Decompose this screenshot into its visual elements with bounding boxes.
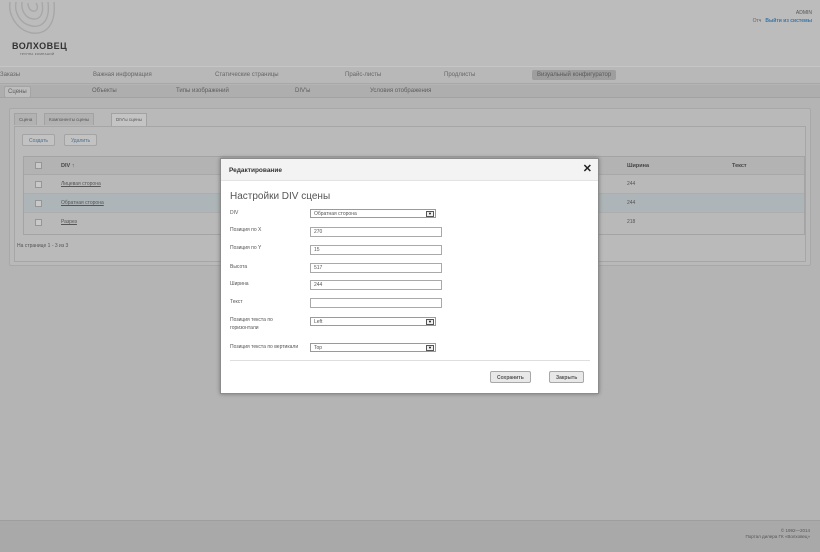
pos-x-input[interactable]: 270 (310, 227, 442, 237)
create-button[interactable]: Создать (22, 134, 56, 146)
pos-y-input[interactable]: 15 (310, 245, 442, 255)
width-label: Ширина (230, 281, 249, 287)
height-label: Высота (230, 264, 248, 270)
row-name-link[interactable]: Лицевая сторона (61, 181, 101, 187)
row-checkbox[interactable] (35, 200, 42, 207)
div-select[interactable]: Обратная сторона ▼ (310, 209, 436, 218)
dropdown-arrow-icon[interactable]: ▼ (426, 345, 434, 351)
select-all-checkbox[interactable] (35, 162, 42, 169)
subnav-item-divs[interactable]: DIV'ы (295, 88, 310, 94)
nav-item-prodlists[interactable]: Продлисты (444, 72, 475, 78)
v-align-value: Top (314, 345, 323, 351)
row-checkbox[interactable] (35, 181, 42, 188)
column-text[interactable]: Текст (732, 163, 747, 169)
div-label: DIV (230, 210, 239, 216)
save-button[interactable]: Сохранить (490, 371, 531, 383)
dropdown-arrow-icon[interactable]: ▼ (426, 319, 434, 325)
nav-item-visual-configurator[interactable]: Визуальный конфигуратор (532, 70, 617, 80)
text-label: Текст (230, 299, 243, 305)
dialog-divider (230, 360, 590, 361)
subnav-item-scenes[interactable]: Сцены (4, 86, 31, 98)
logout-link[interactable]: Выйти из системы (765, 18, 812, 24)
row-name-link[interactable]: Разрез (61, 219, 77, 225)
copyright: © 1992—2014 (780, 528, 810, 533)
tab-scene[interactable]: Сцена (14, 113, 38, 125)
h-align-select[interactable]: Left ▼ (310, 317, 436, 326)
pager-info: На странице 1 - 3 из 3 (17, 243, 69, 249)
nav-item-price-lists[interactable]: Прайс-листы (345, 72, 381, 78)
logout-area: Отч Выйти из системы (753, 18, 812, 24)
pos-x-label: Позиция по X (230, 227, 262, 233)
main-nav: Заказы Важная информация Статические стр… (0, 66, 820, 84)
logo-swirl-icon (9, 1, 55, 34)
column-div[interactable]: DIV ↑ (61, 163, 74, 169)
edit-dialog: Редактирование ✕ Настройки DIV сцены DIV… (220, 158, 599, 394)
footer: © 1992—2014 Портал дилера ГК «Волховец» (0, 520, 820, 552)
h-align-label: Позиция текста по горизонтали (230, 317, 273, 331)
width-input[interactable]: 244 (310, 280, 442, 290)
exit-short-link[interactable]: Отч (753, 18, 762, 24)
text-input[interactable] (310, 298, 442, 308)
row-width: 244 (627, 200, 636, 206)
row-width: 244 (627, 181, 636, 187)
sub-nav: Сцены Объекты Типы изображений DIV'ы Усл… (0, 85, 820, 98)
pos-y-label: Позиция по Y (230, 245, 262, 251)
height-input[interactable]: 517 (310, 263, 442, 273)
row-width: 218 (627, 219, 636, 225)
dialog-header: Редактирование ✕ (221, 159, 598, 181)
subnav-item-image-types[interactable]: Типы изображений (176, 88, 229, 94)
dialog-title: Редактирование (229, 167, 282, 174)
close-button[interactable]: Закрыть (549, 371, 585, 383)
tab-scene-components[interactable]: Компоненты сцены (44, 113, 95, 125)
subnav-item-display-conditions[interactable]: Условия отображения (370, 88, 431, 94)
user-name: ADMIN (795, 10, 812, 16)
v-align-select[interactable]: Top ▼ (310, 343, 436, 352)
column-width[interactable]: Ширина (627, 163, 649, 169)
v-align-label: Позиция текста по вертикали (230, 344, 299, 350)
dialog-heading: Настройки DIV сцены (230, 191, 331, 202)
subnav-item-objects[interactable]: Объекты (92, 88, 117, 94)
row-name-link[interactable]: Обратная сторона (61, 200, 104, 206)
delete-button[interactable]: Удалить (64, 134, 98, 146)
h-align-value: Left (314, 319, 323, 325)
logo-subtitle: ГРУППА КОМПАНИЙ (20, 52, 55, 56)
dropdown-arrow-icon[interactable]: ▼ (426, 211, 434, 217)
header: ВОЛХОВЕЦ ГРУППА КОМПАНИЙ ADMIN Отч Выйти … (0, 0, 820, 66)
close-icon[interactable]: ✕ (583, 164, 592, 175)
logo-text: ВОЛХОВЕЦ (12, 41, 68, 51)
portal-name: Портал дилера ГК «Волховец» (745, 534, 810, 539)
nav-item-important-info[interactable]: Важная информация (93, 72, 152, 78)
nav-item-orders[interactable]: Заказы (0, 72, 20, 78)
div-select-value: Обратная сторона (314, 211, 357, 217)
nav-item-static-pages[interactable]: Статические страницы (215, 72, 279, 78)
tab-scene-divs[interactable]: DIV'ы сцены (111, 113, 147, 127)
row-checkbox[interactable] (35, 219, 42, 226)
